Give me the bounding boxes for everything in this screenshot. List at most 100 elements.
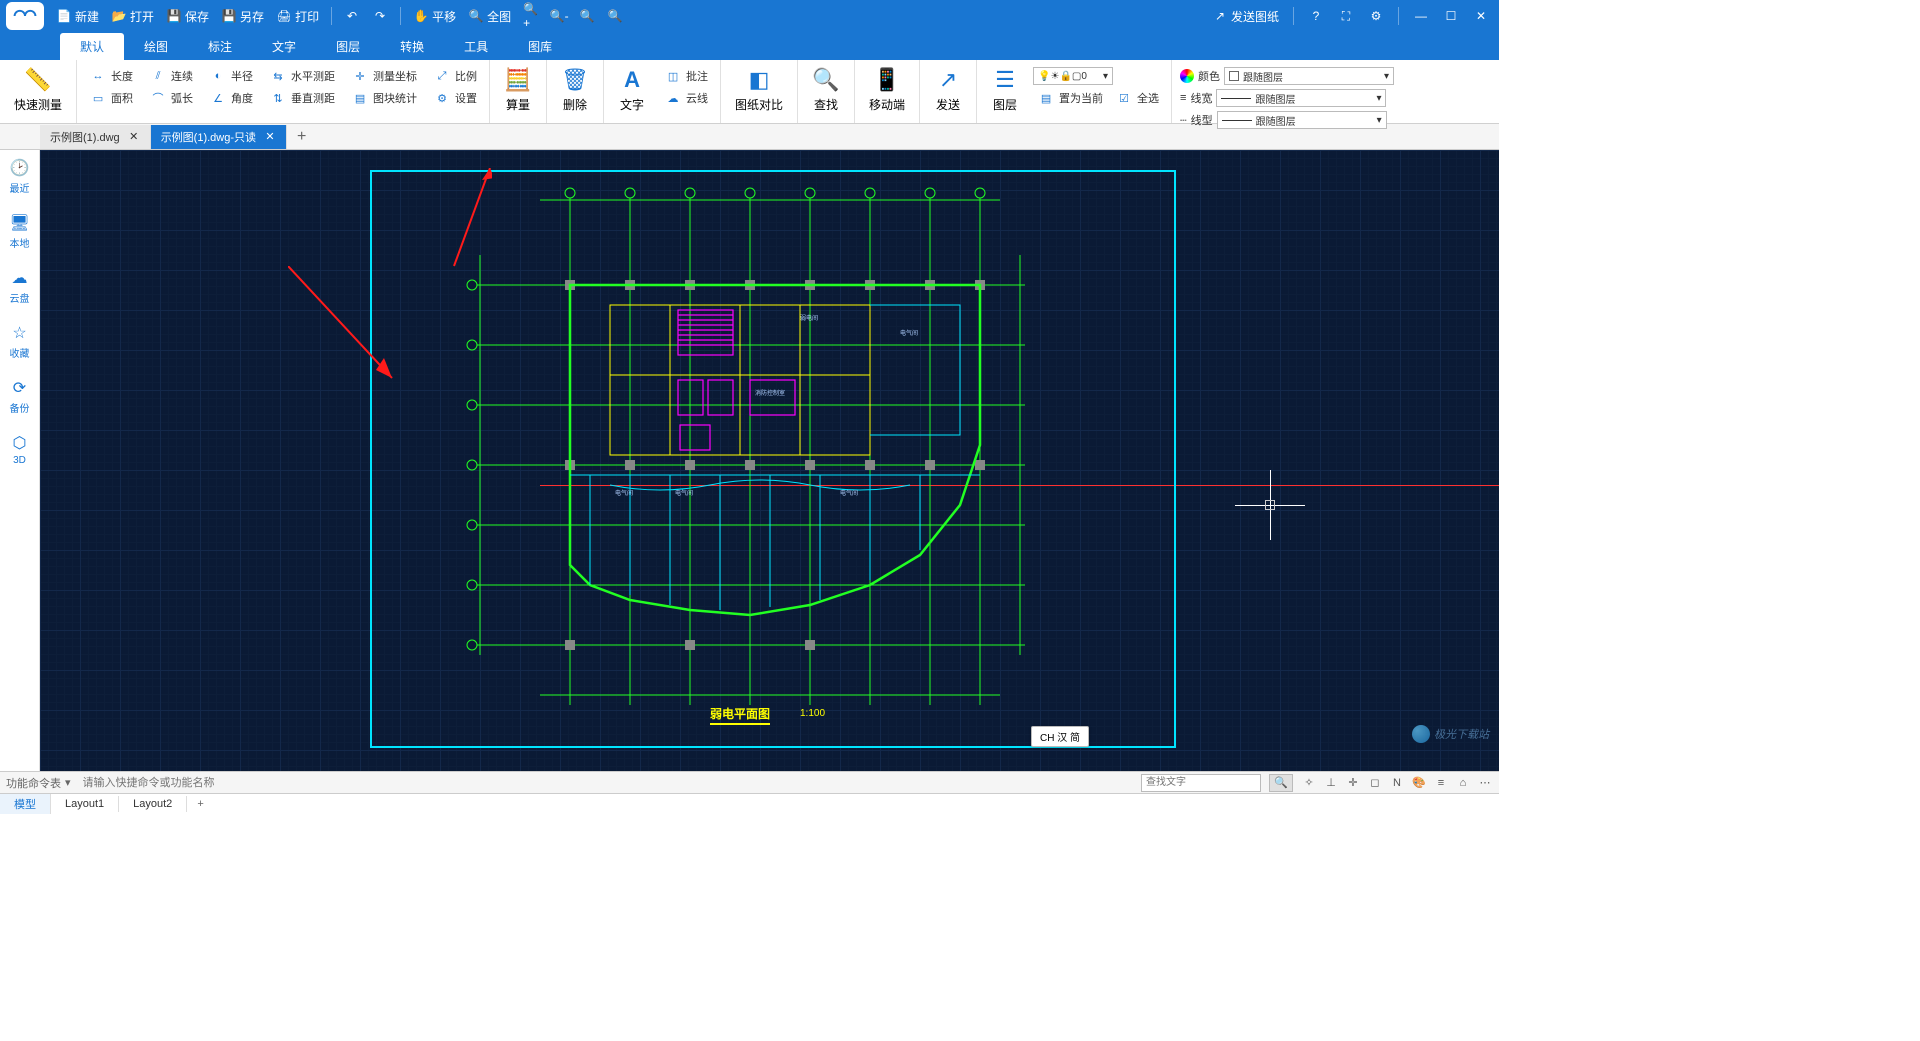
undo-button[interactable]: ↶	[340, 6, 364, 26]
block-stats-button[interactable]: ▤图块统计	[347, 88, 421, 108]
send-button[interactable]: ↗发送	[928, 64, 968, 115]
gear-icon: ⚙	[1371, 9, 1382, 23]
units-button[interactable]: N	[1389, 775, 1405, 791]
scale-button[interactable]: ⤢比例	[429, 66, 481, 86]
tab-text[interactable]: 文字	[252, 33, 316, 60]
star-icon: ☆	[10, 323, 30, 343]
redo-button[interactable]: ↷	[368, 6, 392, 26]
open-button[interactable]: 📂打开	[107, 6, 158, 27]
minimize-button[interactable]: —	[1409, 4, 1433, 28]
coord-button[interactable]: ✛测量坐标	[347, 66, 421, 86]
layout-tab-model[interactable]: 模型	[0, 794, 51, 814]
fullscreen-button[interactable]: ⛶	[1334, 4, 1358, 28]
area-button[interactable]: ▭面积	[85, 88, 137, 108]
cloud-button[interactable]: ☁云线	[660, 88, 712, 108]
polar-button[interactable]: ✛	[1345, 775, 1361, 791]
file-tab-1[interactable]: 示例图(1).dwg-只读✕	[151, 125, 287, 149]
hdist-button[interactable]: ⇆水平测距	[265, 66, 339, 86]
mobile-button[interactable]: 📱移动端	[863, 64, 911, 115]
continuous-button[interactable]: ⫽连续	[145, 66, 197, 86]
file-tab-0[interactable]: 示例图(1).dwg✕	[40, 125, 151, 149]
area-icon: ▭	[89, 89, 107, 107]
send-drawing-button[interactable]: ↗发送图纸	[1208, 6, 1283, 27]
text-button[interactable]: A文字	[612, 64, 652, 115]
sidebar-item-recent[interactable]: 🕑最近	[10, 158, 30, 195]
arc-button[interactable]: ⌒弧长	[145, 88, 197, 108]
layout-tab-1[interactable]: Layout1	[51, 796, 119, 812]
lineweight-combo[interactable]: 跟随图层▾	[1216, 89, 1386, 107]
saveas-button[interactable]: 💾另存	[217, 6, 268, 27]
vdist-button[interactable]: ⇅垂直测距	[265, 88, 339, 108]
linetype-combo[interactable]: 跟随图层▾	[1217, 111, 1387, 129]
command-list-button[interactable]: 功能命令表▾	[6, 775, 71, 791]
tab-layers[interactable]: 图层	[316, 33, 380, 60]
settings-button[interactable]: ⚙	[1364, 4, 1388, 28]
help-button[interactable]: ?	[1304, 4, 1328, 28]
more-button[interactable]: ⋯	[1477, 775, 1493, 791]
close-button[interactable]: ✕	[1469, 4, 1493, 28]
find-button[interactable]: 🔍查找	[806, 64, 846, 115]
calc-button[interactable]: 🧮算量	[498, 64, 538, 115]
fit-button[interactable]: 🔍全图	[464, 6, 515, 27]
home-button[interactable]: ⌂	[1455, 775, 1471, 791]
tab-default[interactable]: 默认	[60, 33, 124, 60]
layer-combo[interactable]: 💡☀🔒▢ 0▾	[1033, 67, 1113, 85]
layers-icon: ☰	[991, 66, 1019, 94]
theme-button[interactable]: 🎨	[1411, 775, 1427, 791]
close-icon[interactable]: ✕	[264, 131, 276, 143]
svg-text:弱电间: 弱电间	[800, 314, 818, 322]
add-layout-button[interactable]: +	[187, 798, 213, 810]
color-combo[interactable]: 跟随图层▾	[1224, 67, 1394, 85]
select-all-icon: ☑	[1115, 89, 1133, 107]
mobile-icon: 📱	[873, 66, 901, 94]
tab-convert[interactable]: 转换	[380, 33, 444, 60]
compare-button[interactable]: ◧图纸对比	[729, 64, 789, 115]
sidebar-item-3d[interactable]: ⬡3D	[10, 433, 30, 466]
zoom-region-button[interactable]: 🔍	[575, 6, 599, 26]
lineweight-row: ≡线宽跟随图层▾	[1180, 88, 1394, 108]
lineweight-toggle[interactable]: ≡	[1433, 775, 1449, 791]
undo-icon: ↶	[344, 8, 360, 24]
save-button[interactable]: 💾保存	[162, 6, 213, 27]
delete-button[interactable]: 🗑删除	[555, 64, 595, 115]
sidebar-item-favorites[interactable]: ☆收藏	[10, 323, 30, 360]
pan-button[interactable]: ✋平移	[409, 6, 460, 27]
linetype-row: ┄线型跟随图层▾	[1180, 110, 1394, 130]
tab-tools[interactable]: 工具	[444, 33, 508, 60]
new-button[interactable]: 📄新建	[52, 6, 103, 27]
search-text-input[interactable]	[1141, 774, 1261, 792]
drawing-canvas[interactable]: 电气间电气间电气间电气间弱电间消防控制室 弱电平面图 1:100 CH 汉 简 …	[40, 150, 1499, 771]
zoom-in-button[interactable]: 🔍+	[519, 6, 543, 26]
print-button[interactable]: 🖨打印	[272, 6, 323, 27]
layer-button[interactable]: ☰图层	[985, 64, 1025, 115]
lineweight-icon: ≡	[1180, 92, 1186, 104]
set-current-button[interactable]: ▤置为当前☑全选	[1033, 88, 1163, 108]
layout-tab-2[interactable]: Layout2	[119, 796, 187, 812]
zoom-prev-button[interactable]: 🔍	[603, 6, 627, 26]
length-button[interactable]: ↔长度	[85, 66, 137, 86]
ortho-button[interactable]: ⊥	[1323, 775, 1339, 791]
quick-measure-button[interactable]: 📏 快速测量	[8, 64, 68, 115]
tab-draw[interactable]: 绘图	[124, 33, 188, 60]
close-icon[interactable]: ✕	[128, 131, 140, 143]
snap-button[interactable]: ✧	[1301, 775, 1317, 791]
zoom-out-button[interactable]: 🔍-	[547, 6, 571, 26]
tab-library[interactable]: 图库	[508, 33, 572, 60]
maximize-button[interactable]: ☐	[1439, 4, 1463, 28]
separator	[400, 7, 401, 25]
add-tab-button[interactable]: +	[287, 128, 316, 146]
osnap-button[interactable]: ◻	[1367, 775, 1383, 791]
settings-button[interactable]: ⚙设置	[429, 88, 481, 108]
trash-icon: 🗑	[561, 66, 589, 94]
zoom-fit-icon: 🔍	[468, 8, 484, 24]
annotate-button[interactable]: ◫批注	[660, 66, 712, 86]
sidebar-item-cloud[interactable]: ☁云盘	[10, 268, 30, 305]
radius-button[interactable]: ◐半径	[205, 66, 257, 86]
search-button[interactable]: 🔍	[1269, 774, 1293, 792]
angle-button[interactable]: ∠角度	[205, 88, 257, 108]
tab-annotate[interactable]: 标注	[188, 33, 252, 60]
command-input[interactable]	[79, 775, 1133, 791]
sidebar-item-backup[interactable]: ⟳备份	[10, 378, 30, 415]
group-find: 🔍查找	[798, 60, 855, 123]
sidebar-item-local[interactable]: 🖥本地	[10, 213, 30, 250]
